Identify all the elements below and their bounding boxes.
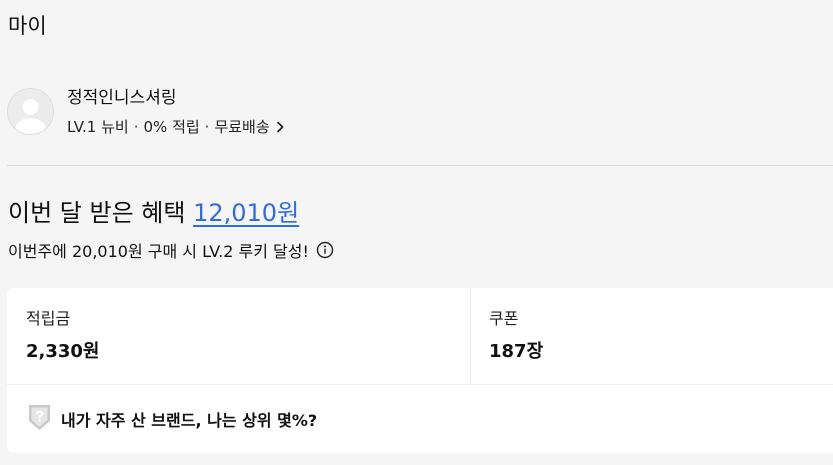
page-title: 마이 [8,14,47,38]
points-label: 적립금 [26,309,71,328]
shield-question-badge-icon [28,403,51,435]
points-value: 2,330원 [26,341,100,362]
points-stat[interactable]: 적립금 2,330원 [7,288,471,384]
profile-name: 정적인니스셔링 [67,88,177,108]
chevron-right-icon [276,121,284,133]
point-rate: 0% 적립 [143,118,200,136]
brand-rank-text: 내가 자주 산 브랜드, 나는 상위 몇%? [61,411,318,430]
profile-section: 정적인니스셔링 LV.1 뉴비 · 0% 적립 · 무료배송 [7,88,284,138]
separator-dot: · [133,118,139,136]
brand-rank-banner[interactable]: 내가 자주 산 브랜드, 나는 상위 몇%? [7,385,833,453]
section-divider [7,165,833,166]
benefits-card: 적립금 2,330원 쿠폰 187장 내가 자주 산 브랜드, 나는 상위 몇%… [7,288,833,453]
coupons-stat[interactable]: 쿠폰 187장 [471,288,833,384]
shipping-benefit: 무료배송 [214,118,270,136]
membership-level: LV.1 뉴비 [67,118,129,136]
level-up-message: 이번주에 20,010원 구매 시 LV.2 루키 달성! [8,238,334,262]
separator-dot: · [204,118,210,136]
level-up-text: 이번주에 20,010원 구매 시 LV.2 루키 달성! [8,242,309,261]
coupons-label: 쿠폰 [489,309,519,328]
benefit-heading-text: 이번 달 받은 혜택 [8,199,186,227]
coupons-value: 187장 [489,341,544,362]
monthly-benefit-heading: 이번 달 받은 혜택 12,010원 [8,193,299,228]
membership-link[interactable]: LV.1 뉴비 · 0% 적립 · 무료배송 [67,116,284,138]
default-avatar-icon[interactable] [7,88,54,135]
profile-text: 정적인니스셔링 LV.1 뉴비 · 0% 적립 · 무료배송 [67,86,284,138]
benefit-amount-link[interactable]: 12,010원 [193,199,299,227]
info-circle-icon[interactable] [316,241,334,259]
my-page: 마이 정적인니스셔링 LV.1 뉴비 · 0% 적립 · 무료배송 이번 달 받… [0,0,833,465]
